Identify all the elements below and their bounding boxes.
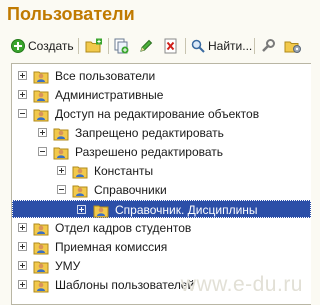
expand-icon[interactable] [77,205,86,214]
delete-icon [164,38,177,54]
find-button-label: Найти... [208,39,253,53]
pencil-icon [140,39,153,52]
search-icon [191,39,205,53]
expand-icon[interactable] [57,166,66,175]
wrench-icon [262,39,275,52]
user-group-icon [33,109,49,122]
user-group-icon [33,280,49,293]
tree-item-constants[interactable]: Константы [12,162,311,180]
add-folder-icon [85,38,102,53]
tree-item-label: Приемная комиссия [55,240,168,254]
user-group-icon [33,90,49,103]
tree-item-edit-allowed[interactable]: Разрешено редактировать [12,143,311,161]
tree-item-edit-access[interactable]: Доступ на редактирование объектов [12,105,311,123]
collapse-icon[interactable] [18,109,27,118]
collapse-icon[interactable] [38,147,47,156]
user-group-icon [72,166,88,179]
tree-item-label: Справочники [94,183,167,197]
tree-item-label: Шаблоны пользователей [55,278,195,292]
tree-item-label: УМУ [55,259,81,273]
tree-item-label: Все пользователи [55,69,156,83]
folder-gear-icon [284,41,301,53]
new-folder-button[interactable] [85,36,103,56]
watermark: www.e-du.ru [180,273,303,296]
create-button-label: Создать [28,39,74,53]
tree-item-label: Административные [55,88,164,102]
user-group-icon [33,261,49,274]
copy-button[interactable] [113,36,129,56]
toolbar-separator [78,38,79,54]
user-group-icon [33,223,49,236]
tools-button[interactable] [260,36,276,56]
user-group-icon [93,205,109,218]
delete-button[interactable] [163,36,179,56]
tree-item-hr-students[interactable]: Отдел кадров студентов [12,219,311,237]
expand-icon[interactable] [18,223,27,232]
expand-icon[interactable] [18,90,27,99]
add-icon [11,39,25,53]
user-group-icon [72,185,88,198]
toolbar-separator [108,38,109,54]
expand-icon[interactable] [18,71,27,80]
user-group-icon [53,147,69,160]
page-title: Пользователи [7,4,135,24]
create-button[interactable]: Создать [11,36,74,56]
expand-icon[interactable] [38,128,47,137]
tree-item-label: Запрещено редактировать [75,126,224,140]
user-group-icon [53,128,69,141]
edit-button[interactable] [138,36,154,56]
tree-item-label: Разрешено редактировать [75,145,224,159]
tree-item-label: Отдел кадров студентов [55,221,192,235]
expand-icon[interactable] [18,280,27,289]
user-group-icon [33,242,49,255]
tree-item-catalogs[interactable]: Справочники [12,181,311,199]
tree-item-catalog-disciplines[interactable]: Справочник. Дисциплины [12,200,311,218]
tree-item-admissions[interactable]: Приемная комиссия [12,238,311,256]
collapse-icon[interactable] [57,185,66,194]
user-group-icon [33,71,49,84]
toolbar-separator [185,38,186,54]
tree-item-label: Справочник. Дисциплины [115,203,258,217]
tree-item-label: Доступ на редактирование объектов [55,107,260,121]
toolbar: Создать Найти... [0,34,311,58]
tree-item-edit-forbidden[interactable]: Запрещено редактировать [12,124,311,142]
folder-settings-button[interactable] [284,36,302,56]
expand-icon[interactable] [18,261,27,270]
users-tree[interactable]: Все пользователи Административные Доступ… [11,63,311,305]
tree-item-label: Константы [94,164,154,178]
find-button[interactable]: Найти... [191,36,252,56]
copy-icon [114,38,129,54]
tree-item-administrative[interactable]: Административные [12,86,311,104]
expand-icon[interactable] [18,242,27,251]
toolbar-separator [254,38,255,54]
tree-item-all-users[interactable]: Все пользователи [12,67,311,85]
